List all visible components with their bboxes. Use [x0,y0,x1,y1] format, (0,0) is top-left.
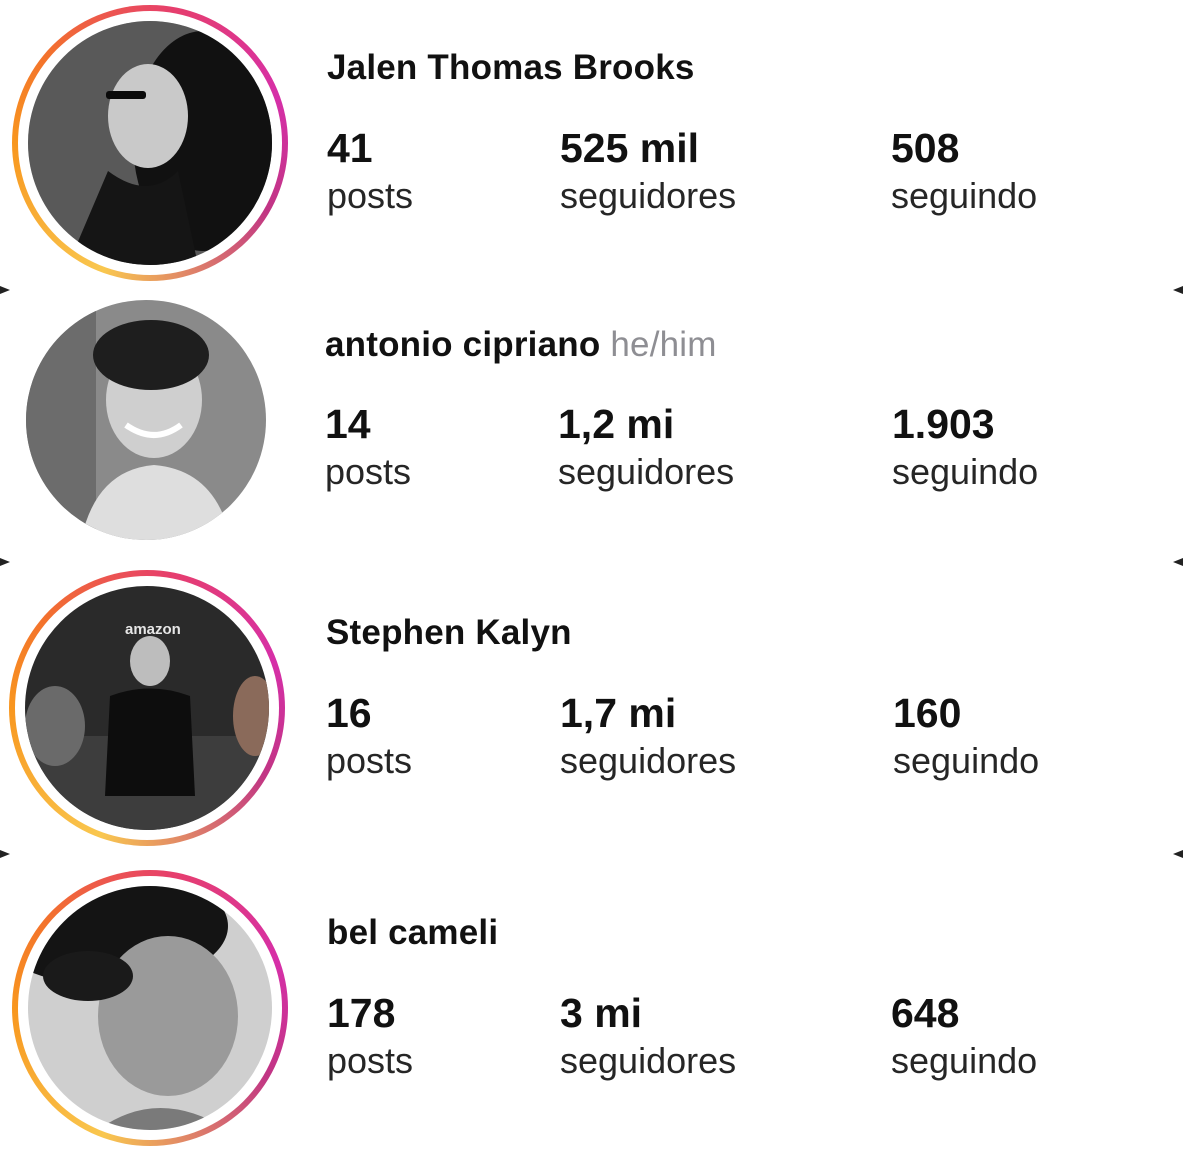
followers-stat[interactable]: 1,2 mi seguidores [558,400,734,496]
avatar[interactable] [26,300,266,540]
followers-count: 3 mi [560,990,643,1036]
story-ring-avatar[interactable] [12,5,288,281]
avatar[interactable] [28,21,272,265]
following-count: 1.903 [892,401,995,447]
profile-name: Stephen Kalyn [326,613,572,652]
posts-label: posts [327,1040,414,1081]
followers-label: seguidores [560,740,737,781]
following-stat[interactable]: 1.903 seguindo [892,400,1038,496]
followers-count: 525 mil [560,125,700,171]
following-label: seguindo [893,740,1040,781]
following-count: 648 [891,990,960,1036]
posts-stat[interactable]: 14 posts [325,400,411,496]
photo-backdrop-text: amazon [125,621,181,638]
profile-photo-icon [28,21,272,265]
following-label: seguindo [891,1040,1038,1081]
posts-count: 16 [326,690,372,736]
profile-photo-icon [26,300,266,540]
separator-marker [1173,850,1183,858]
followers-label: seguidores [560,175,737,216]
following-stat[interactable]: 160 seguindo [893,689,1039,785]
following-label: seguindo [892,451,1039,492]
story-ring-avatar[interactable]: amazon [9,570,285,846]
profile-header-4: bel cameli 178 posts 3 mi seguidores 648… [0,865,1183,1152]
posts-stat[interactable]: 16 posts [326,689,412,785]
posts-label: posts [326,740,413,781]
posts-stat[interactable]: 178 posts [327,989,413,1085]
posts-count: 14 [325,401,371,447]
posts-count: 178 [327,990,396,1036]
pronouns: he/him [610,325,717,364]
posts-count: 41 [327,125,373,171]
followers-label: seguidores [558,451,735,492]
followers-stat[interactable]: 1,7 mi seguidores [560,689,736,785]
posts-label: posts [325,451,412,492]
profile-header-1: Jalen Thomas Brooks 41 posts 525 mil seg… [0,0,1183,285]
following-count: 160 [893,690,962,736]
avatar-container[interactable] [26,300,266,540]
profile-name: antonio cipriano he/him [325,325,717,364]
following-count: 508 [891,125,960,171]
profile-photo-icon [28,886,272,1130]
profile-header-2: antonio cipriano he/him 14 posts 1,2 mi … [0,290,1183,558]
separator-marker [0,850,10,858]
followers-count: 1,7 mi [560,690,677,736]
following-stat[interactable]: 508 seguindo [891,124,1037,220]
followers-label: seguidores [560,1040,737,1081]
story-ring-avatar[interactable] [12,870,288,1146]
following-stat[interactable]: 648 seguindo [891,989,1037,1085]
posts-label: posts [327,175,414,216]
posts-stat[interactable]: 41 posts [327,124,413,220]
followers-count: 1,2 mi [558,401,675,447]
profile-name: Jalen Thomas Brooks [327,48,695,87]
following-label: seguindo [891,175,1038,216]
profile-header-3: amazon Stephen Kalyn 16 posts 1,7 mi seg… [0,565,1183,850]
avatar[interactable] [28,886,272,1130]
profile-name: bel cameli [327,913,499,952]
followers-stat[interactable]: 525 mil seguidores [560,124,736,220]
profile-photo-icon: amazon [25,586,269,830]
followers-stat[interactable]: 3 mi seguidores [560,989,736,1085]
avatar[interactable]: amazon [25,586,269,830]
